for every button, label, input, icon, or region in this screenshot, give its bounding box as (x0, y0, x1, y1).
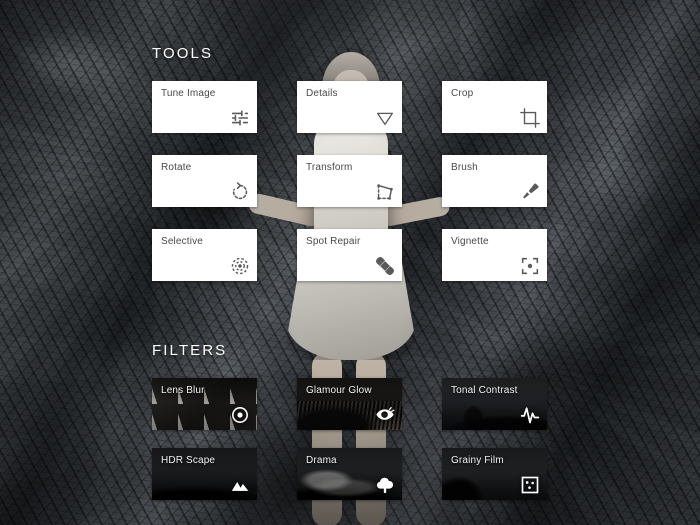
bandage-icon (374, 255, 396, 277)
filter-card-hdr-scape[interactable]: HDR Scape (152, 448, 257, 500)
tool-label: Tune Image (161, 88, 216, 99)
tool-card-selective[interactable]: Selective (152, 229, 257, 281)
tool-card-tune-image[interactable]: Tune Image (152, 81, 257, 133)
tool-card-transform[interactable]: Transform (297, 155, 402, 207)
tools-section-title: TOOLS (152, 45, 214, 62)
tool-card-spot-repair[interactable]: Spot Repair (297, 229, 402, 281)
crop-icon (519, 107, 541, 129)
filter-card-lens-blur[interactable]: Lens Blur (152, 378, 257, 430)
tool-label: Selective (161, 236, 203, 247)
cloud-icon (375, 475, 395, 495)
waveform-icon (520, 405, 540, 425)
brush-icon (519, 181, 541, 203)
tune-icon (229, 107, 251, 129)
tool-label: Details (306, 88, 338, 99)
tool-label: Vignette (451, 236, 489, 247)
tool-label: Brush (451, 162, 478, 173)
filter-label: Tonal Contrast (451, 385, 518, 396)
tool-card-rotate[interactable]: Rotate (152, 155, 257, 207)
vignette-frame-icon (519, 255, 541, 277)
filter-card-drama[interactable]: Drama (297, 448, 402, 500)
rotate-icon (229, 181, 251, 203)
filter-label: Lens Blur (161, 385, 205, 396)
filter-label: Drama (306, 455, 337, 466)
tool-label: Crop (451, 88, 474, 99)
filter-label: Grainy Film (451, 455, 504, 466)
tools-grid: Tune Image Details Crop Rotate Transform… (152, 81, 547, 281)
filters-grid: Lens Blur Glamour Glow Tonal Contrast HD… (152, 378, 547, 500)
tool-card-vignette[interactable]: Vignette (442, 229, 547, 281)
tool-card-details[interactable]: Details (297, 81, 402, 133)
filter-card-tonal-contrast[interactable]: Tonal Contrast (442, 378, 547, 430)
tool-label: Transform (306, 162, 353, 173)
selective-target-icon (229, 255, 251, 277)
filter-label: Glamour Glow (306, 385, 372, 396)
grain-square-icon (520, 475, 540, 495)
eye-icon (375, 405, 395, 425)
editor-overlay: TOOLS Tune Image Details Crop Rotate Tra… (0, 0, 700, 525)
transform-icon (374, 181, 396, 203)
tool-card-crop[interactable]: Crop (442, 81, 547, 133)
tool-label: Spot Repair (306, 236, 361, 247)
tool-card-brush[interactable]: Brush (442, 155, 547, 207)
triangle-down-icon (374, 107, 396, 129)
aperture-dot-icon (230, 405, 250, 425)
filter-label: HDR Scape (161, 455, 216, 466)
filter-card-grainy-film[interactable]: Grainy Film (442, 448, 547, 500)
tool-label: Rotate (161, 162, 192, 173)
filters-section-title: FILTERS (152, 342, 228, 359)
mountains-icon (230, 475, 250, 495)
filter-card-glamour-glow[interactable]: Glamour Glow (297, 378, 402, 430)
